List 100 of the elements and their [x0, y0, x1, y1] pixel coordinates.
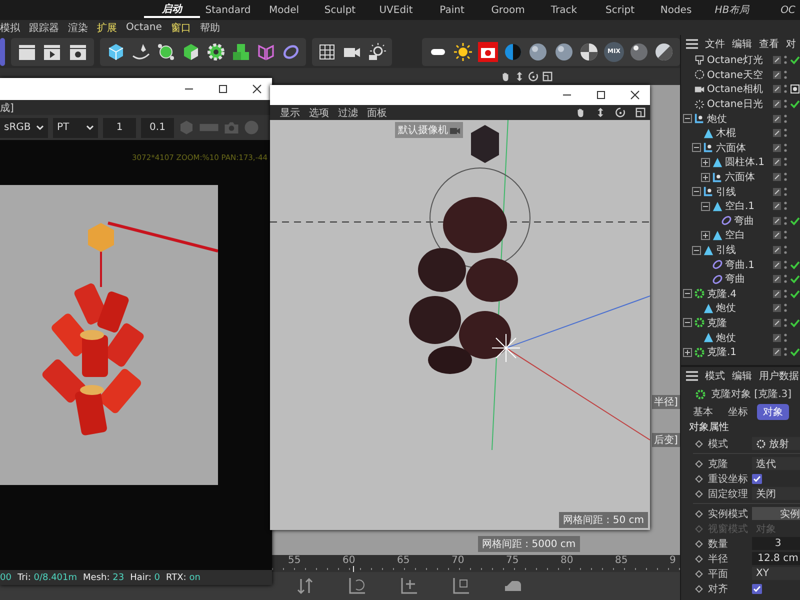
gear-icon[interactable]: [206, 42, 226, 62]
menu-icon[interactable]: [686, 371, 698, 381]
tab[interactable]: 对象: [757, 404, 789, 420]
object-row[interactable]: 炮仗: [681, 301, 800, 316]
menu-item[interactable]: 跟踪器: [29, 20, 59, 34]
layout-tab[interactable]: Sculpt: [312, 4, 368, 16]
check-icon[interactable]: [790, 347, 800, 358]
sphere-icon[interactable]: [528, 42, 548, 62]
check-icon[interactable]: [790, 288, 800, 299]
kernel-dropdown[interactable]: PT: [53, 118, 98, 138]
object-row[interactable]: Octane天空: [681, 68, 800, 82]
expander-icon[interactable]: [701, 172, 710, 182]
check-icon[interactable]: [790, 55, 800, 66]
nodes-icon[interactable]: [156, 42, 176, 62]
menu-item[interactable]: 用户数据: [759, 369, 799, 383]
checkbox[interactable]: [752, 474, 762, 484]
edit-icon[interactable]: [773, 260, 781, 269]
menu-item[interactable]: 编辑: [732, 37, 752, 51]
visibility-dots-icon[interactable]: [784, 303, 787, 314]
menu-item[interactable]: 文件: [705, 37, 725, 51]
object-row[interactable]: 六面体: [681, 140, 800, 156]
menu-item[interactable]: 模拟: [0, 20, 20, 34]
menu-item[interactable]: 渲染: [68, 20, 88, 34]
number-field[interactable]: 3: [752, 537, 800, 550]
visibility-dots-icon[interactable]: [784, 99, 787, 110]
menu-item[interactable]: 成]: [0, 100, 14, 114]
edit-icon[interactable]: [773, 144, 781, 152]
visibility-dots-icon[interactable]: [784, 230, 787, 240]
layout-tab[interactable]: Paint: [424, 4, 480, 16]
expander-icon[interactable]: [701, 230, 710, 240]
color-space-dropdown[interactable]: sRGB: [0, 118, 48, 138]
tab[interactable]: 基本: [687, 404, 719, 420]
edit-icon[interactable]: [773, 129, 781, 138]
check-icon[interactable]: [790, 99, 800, 110]
layout-tab[interactable]: Track: [536, 4, 592, 16]
sphere-icon[interactable]: [654, 42, 674, 62]
object-row[interactable]: 圆柱体.1: [681, 155, 800, 170]
visibility-dots-icon[interactable]: [784, 201, 787, 212]
check-icon[interactable]: [790, 260, 800, 270]
expander-icon[interactable]: [683, 348, 692, 357]
expander-icon[interactable]: [701, 202, 710, 211]
tag-icon[interactable]: [790, 84, 800, 94]
check-icon[interactable]: [790, 216, 800, 226]
layout-tab[interactable]: Model: [256, 4, 312, 16]
visibility-dots-icon[interactable]: [784, 260, 787, 270]
move-axis-icon[interactable]: [399, 576, 419, 596]
visibility-dots-icon[interactable]: [784, 172, 787, 182]
edit-icon[interactable]: [773, 290, 781, 298]
check-icon[interactable]: [790, 318, 800, 328]
object-row[interactable]: Octane日光: [681, 96, 800, 112]
expander-icon[interactable]: [683, 289, 692, 298]
maximize-icon[interactable]: [218, 84, 228, 94]
menu-item[interactable]: 扩展: [97, 20, 117, 34]
visibility-dots-icon[interactable]: [784, 318, 787, 328]
mode-button[interactable]: 实例: [752, 507, 800, 520]
edit-icon[interactable]: [773, 70, 781, 79]
object-row[interactable]: 空白.1: [681, 198, 800, 214]
menu-icon[interactable]: [686, 39, 698, 49]
visibility-dots-icon[interactable]: [784, 84, 787, 94]
object-row[interactable]: 弯曲: [681, 272, 800, 286]
menu-item[interactable]: 查看: [759, 37, 779, 51]
visibility-dots-icon[interactable]: [784, 216, 787, 226]
blocks-icon[interactable]: [230, 42, 250, 62]
check-icon[interactable]: [790, 274, 800, 284]
expander-icon[interactable]: [692, 187, 701, 196]
edit-icon[interactable]: [773, 318, 781, 327]
tab[interactable]: 坐标: [722, 404, 754, 420]
rotate-axis-icon[interactable]: [347, 576, 367, 596]
layout-tab[interactable]: Standard: [200, 4, 256, 16]
close-icon[interactable]: [252, 84, 262, 94]
menu-item[interactable]: 窗口: [170, 20, 191, 34]
edit-icon[interactable]: [773, 114, 781, 123]
bulb-icon[interactable]: [366, 42, 387, 62]
sphere-icon[interactable]: [554, 42, 574, 62]
edit-icon[interactable]: [773, 100, 781, 108]
menu-item[interactable]: 对: [786, 37, 796, 51]
arrows-icon[interactable]: [295, 576, 315, 596]
expander-icon[interactable]: [683, 318, 692, 328]
object-row[interactable]: 空白: [681, 228, 800, 243]
menu-item[interactable]: 帮助: [200, 20, 220, 34]
object-row[interactable]: 弯曲.1: [681, 257, 800, 272]
rotate-icon[interactable]: [615, 107, 626, 118]
edit-icon[interactable]: [773, 275, 781, 284]
menu-item[interactable]: 过滤: [338, 106, 358, 120]
visibility-dots-icon[interactable]: [784, 186, 787, 197]
edit-icon[interactable]: [773, 231, 781, 240]
toolbar-tab[interactable]: [0, 38, 5, 66]
dropdown[interactable]: 迭代: [752, 457, 800, 470]
grid-icon[interactable]: [317, 42, 338, 62]
edit-icon[interactable]: [773, 216, 781, 225]
camera-icon[interactable]: [478, 42, 498, 62]
edit-icon[interactable]: [773, 202, 781, 210]
dropdown[interactable]: 关闭: [752, 487, 800, 500]
scale-axis-icon[interactable]: [451, 576, 471, 596]
expander-icon[interactable]: [683, 114, 692, 124]
number-field[interactable]: 1: [103, 118, 136, 138]
menu-item[interactable]: Octane: [126, 22, 162, 33]
sun-icon[interactable]: [452, 42, 473, 62]
object-row[interactable]: 克隆.1: [681, 344, 800, 360]
number-field[interactable]: 0.1: [141, 118, 174, 138]
